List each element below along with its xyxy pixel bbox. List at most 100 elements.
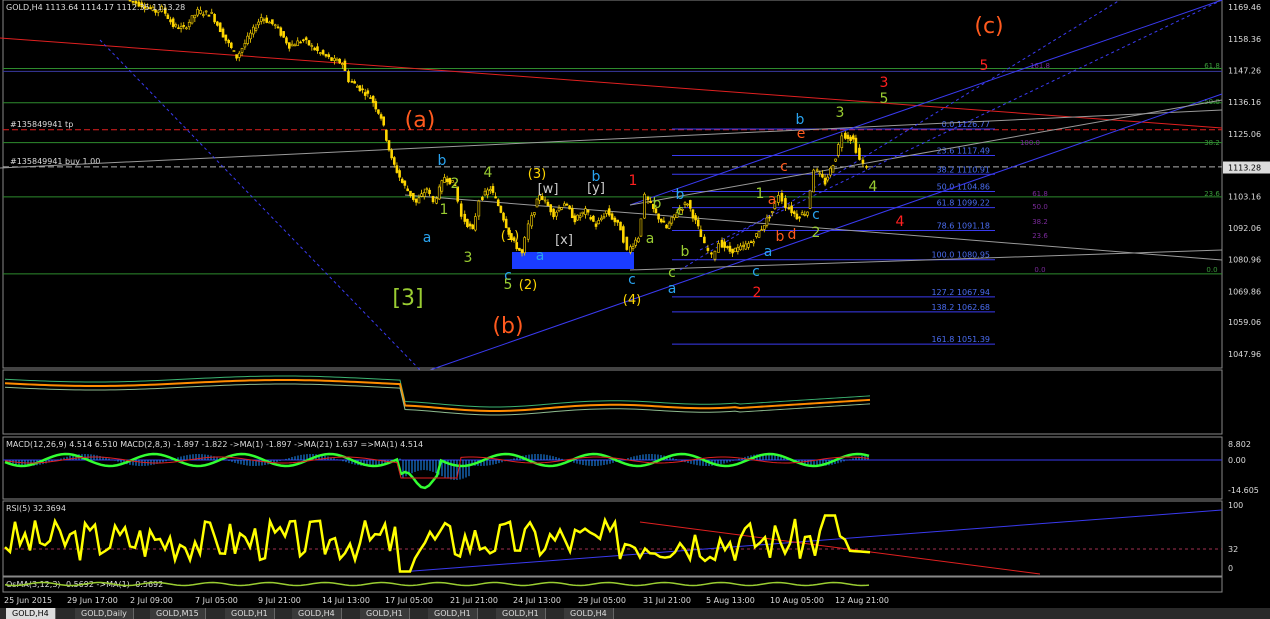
candle-body	[489, 189, 492, 192]
chart-tab[interactable]: GOLD,H4	[564, 608, 614, 619]
candle-body	[287, 42, 291, 49]
candle-body	[486, 189, 489, 196]
price-tick: 1103.16	[1228, 192, 1261, 201]
candle-body	[257, 21, 260, 26]
candle-body	[271, 19, 274, 25]
candle-body	[174, 24, 178, 27]
wave-label: (1)	[501, 229, 519, 244]
candle-body	[844, 132, 847, 139]
candle-body	[560, 207, 563, 210]
fib-label-7: 127.2 1067.94	[931, 288, 990, 297]
chart-tab[interactable]: GOLD,H4	[292, 608, 342, 619]
trading-chart[interactable]: #135849941 tp#135849941 buy 1.000.0 1126…	[0, 0, 1270, 619]
macd-tick: -14.605	[1228, 486, 1259, 495]
candle-body	[823, 177, 827, 185]
time-tick: 25 Jun 2015	[4, 596, 52, 605]
wave-label: 2	[812, 225, 821, 241]
time-tick: 9 Jul 21:00	[258, 596, 301, 605]
wave-label: a	[768, 192, 777, 208]
fib-label-5: 78.6 1091.18	[937, 222, 990, 231]
time-axis: 25 Jun 2015 29 Jun 17:00 2 Jul 09:00 7 Jul …	[4, 596, 889, 605]
candle-body	[435, 198, 438, 204]
candle-body	[166, 14, 170, 19]
candle-body	[706, 247, 710, 251]
chart-tab[interactable]: GOLD,M15	[150, 608, 206, 619]
wave-label: [3]	[392, 286, 423, 311]
candle-body	[607, 208, 611, 216]
candle-body	[333, 57, 336, 61]
candle-body	[760, 229, 763, 231]
candle-body	[610, 213, 614, 220]
moving-average-panel	[2, 369, 1223, 435]
chart-tab[interactable]: GOLD,H1	[225, 608, 275, 619]
candle-body	[259, 17, 263, 22]
wave-label: [x]	[555, 233, 573, 248]
candle-body	[795, 213, 799, 220]
wave-label: c	[628, 272, 636, 288]
candle-body	[187, 21, 191, 28]
candle-body	[440, 180, 444, 192]
macd-panel: MACD(12,26,9) 4.514 6.510 MACD(2,8,3) -1…	[2, 436, 1259, 500]
candle-body	[831, 165, 835, 173]
macd-tick: 8.802	[1228, 440, 1251, 449]
fib-label-9: 161.8 1051.39	[931, 335, 990, 344]
time-tick: 17 Jul 05:00	[385, 596, 433, 605]
candle-body	[273, 24, 277, 27]
candle-body	[616, 219, 619, 223]
candle-body	[324, 54, 328, 57]
chart-header: GOLD,H4 1113.64 1114.17 1112.35 1113.28	[6, 3, 185, 12]
wave-label: d	[788, 227, 797, 243]
fib-label-4: 61.8 1099.22	[937, 199, 990, 208]
chart-tab[interactable]: GOLD,Daily	[75, 608, 134, 619]
candle-body	[304, 37, 308, 40]
candle-body	[338, 58, 341, 64]
candle-body	[474, 216, 477, 231]
candle-body	[578, 215, 582, 218]
side-fib-label-0: 61.8	[1204, 62, 1220, 70]
candle-body	[741, 245, 745, 247]
candle-body	[619, 221, 622, 231]
candle-body	[851, 135, 855, 140]
candle-body	[723, 241, 726, 248]
rsi-tick: 32	[1228, 545, 1238, 554]
candle-body	[230, 42, 233, 49]
current-price-label: 1113.28	[1228, 164, 1261, 173]
candle-body	[752, 241, 756, 244]
candle-body	[318, 52, 322, 54]
chart-tab[interactable]: GOLD,H1	[428, 608, 478, 619]
candle-body	[565, 203, 569, 206]
candle-body	[665, 224, 668, 229]
candle-body	[834, 158, 837, 162]
candle-body	[770, 211, 774, 213]
candle-body	[800, 212, 804, 216]
rsi-tick: 100	[1228, 501, 1243, 510]
candle-body	[235, 54, 238, 59]
candle-body	[694, 215, 697, 221]
candle-body	[643, 193, 646, 219]
candle-body	[792, 211, 796, 215]
candle-body	[299, 41, 302, 44]
candle-body	[849, 136, 852, 141]
candle-body	[584, 208, 587, 215]
candle-body	[350, 81, 354, 83]
wave-label: b	[776, 229, 785, 245]
candle-body	[555, 211, 558, 217]
candle-body	[347, 71, 350, 83]
candle-body	[307, 40, 311, 46]
candle-body	[471, 224, 474, 230]
chart-tab[interactable]: GOLD,H1	[496, 608, 546, 619]
candle-body	[530, 215, 534, 227]
chart-tab[interactable]: GOLD,H1	[360, 608, 410, 619]
osma-panel-frame	[2, 576, 1223, 593]
candle-body	[252, 26, 255, 35]
candle-body	[179, 25, 183, 29]
price-tick: 1136.16	[1228, 98, 1261, 107]
candle-body	[201, 14, 205, 16]
candle-body	[659, 218, 663, 223]
wave-label: 3	[880, 75, 889, 91]
chart-tab[interactable]: GOLD,H4	[6, 608, 56, 619]
candle-body	[290, 43, 294, 47]
candle-body	[363, 92, 367, 96]
time-tick: 7 Jul 05:00	[195, 596, 238, 605]
candle-body	[600, 217, 603, 221]
